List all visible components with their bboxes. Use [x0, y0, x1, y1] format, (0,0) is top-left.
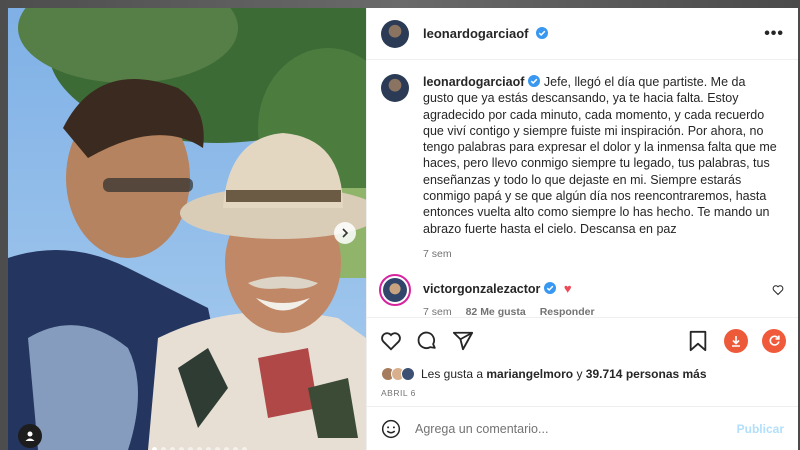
- comment-body: victorgonzalezactor ♥ 7 sem 82 Me gusta …: [423, 280, 595, 317]
- comment-time[interactable]: 7 sem: [423, 306, 452, 317]
- post-modal: leonardogarciaof ••• leonardogarciaof Je…: [8, 8, 798, 450]
- post-side-panel: leonardogarciaof ••• leonardogarciaof Je…: [366, 8, 798, 450]
- actions-right: [686, 328, 786, 353]
- save-button[interactable]: [686, 329, 710, 353]
- download-button[interactable]: [724, 328, 748, 353]
- more-options-button[interactable]: •••: [764, 25, 784, 43]
- refresh-button[interactable]: [762, 328, 786, 353]
- comment-meta: 7 sem 82 Me gusta Responder: [423, 306, 595, 317]
- comment-heart-emoji: ♥: [563, 281, 572, 297]
- post-actions: [367, 317, 798, 363]
- download-icon: [732, 335, 740, 347]
- user-tag-icon: [25, 431, 35, 441]
- share-button[interactable]: [451, 329, 475, 353]
- comment-likes[interactable]: 82 Me gusta: [466, 306, 526, 317]
- likes-text: Les gusta a mariangelmoro y 39.714 perso…: [421, 367, 707, 381]
- comment-composer: Agrega un comentario... Publicar: [367, 406, 798, 450]
- commenter-avatar[interactable]: [379, 274, 411, 307]
- refresh-icon: [769, 335, 780, 346]
- next-arrow-icon: [342, 228, 349, 238]
- comment-like-icon[interactable]: [772, 284, 784, 296]
- post-media: [8, 8, 366, 450]
- emoji-icon[interactable]: [381, 419, 401, 439]
- post-comment-button[interactable]: Publicar: [737, 422, 784, 436]
- reply-button[interactable]: Responder: [540, 306, 595, 317]
- likes-joiner: y: [576, 367, 583, 381]
- like-icon: [381, 331, 401, 351]
- caption-avatar[interactable]: [381, 74, 409, 102]
- commenter-username[interactable]: victorgonzalezactor: [423, 282, 540, 296]
- caption-text: Jefe, llegó el día que partiste. Me da g…: [423, 75, 777, 236]
- caption-body: leonardogarciaof Jefe, llegó el día que …: [423, 74, 778, 262]
- likes-user-link[interactable]: mariangelmoro: [486, 367, 573, 381]
- comment-input[interactable]: Agrega un comentario...: [415, 422, 737, 436]
- comment-button[interactable]: [415, 329, 439, 353]
- post-photo: [8, 8, 366, 450]
- verified-icon: [536, 27, 549, 39]
- likes-count-link[interactable]: 39.714 personas más: [586, 367, 707, 381]
- post-date[interactable]: ABRIL 6: [367, 388, 798, 406]
- share-icon: [452, 331, 474, 350]
- liker-avatars: [381, 367, 415, 381]
- likes-prefix: Les gusta a: [421, 367, 484, 381]
- author-avatar[interactable]: [381, 19, 409, 48]
- user-tag-button[interactable]: [18, 424, 42, 448]
- next-photo-button[interactable]: [334, 222, 356, 244]
- caption-time[interactable]: 7 sem: [423, 246, 778, 262]
- bookmark-icon: [689, 330, 707, 351]
- like-button[interactable]: [379, 329, 403, 353]
- author-username[interactable]: leonardogarciaof: [423, 26, 549, 41]
- comment-icon: [417, 331, 436, 349]
- verified-icon: [528, 75, 541, 87]
- likes-summary: Les gusta a mariangelmoro y 39.714 perso…: [367, 363, 798, 385]
- caption-username[interactable]: leonardogarciaof: [423, 75, 524, 89]
- caption: leonardogarciaof Jefe, llegó el día que …: [381, 74, 784, 262]
- comments-section: leonardogarciaof Jefe, llegó el día que …: [367, 60, 798, 317]
- liker-avatar[interactable]: [401, 367, 415, 381]
- post-header: leonardogarciaof •••: [367, 8, 798, 60]
- comment-item: victorgonzalezactor ♥ 7 sem 82 Me gusta …: [379, 274, 784, 317]
- verified-icon: [544, 282, 557, 295]
